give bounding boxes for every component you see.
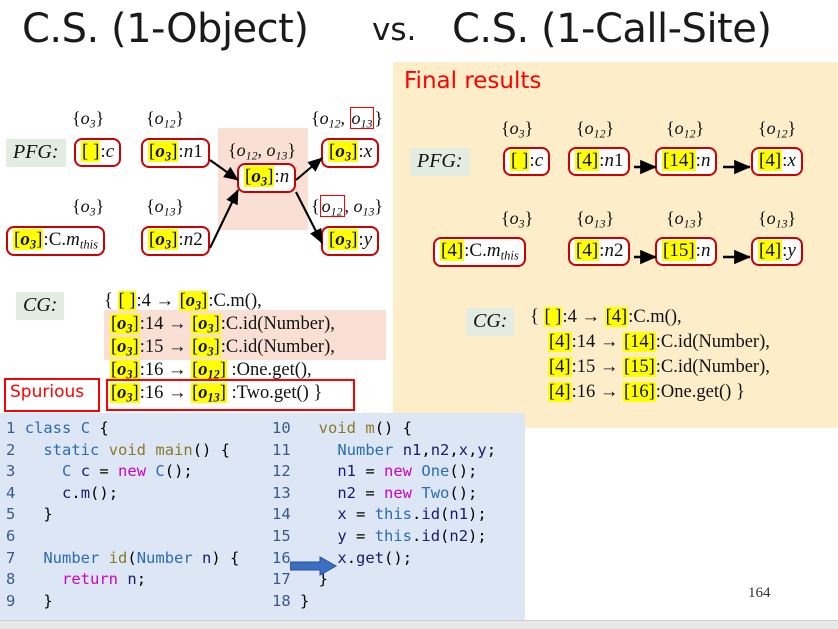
right-pfg-pts-r2c2: {o13} [576, 208, 615, 231]
right-pfg-pts-r2c3: {o13} [666, 208, 705, 231]
line16-pointer-arrow [290, 556, 338, 576]
right-pfg-node-mthis: [4]:C.mthis [433, 237, 526, 267]
final-results-heading: Final results [404, 68, 542, 94]
right-cg-line-3: [4]:15 → [15]:C.id(Number), [548, 357, 770, 377]
right-pfg-pts-r1c2: {o12} [576, 118, 615, 141]
left-pfg-node-n2: [o3]:n2 [141, 226, 210, 256]
left-pfg-pts-r1c4: {o12, o13} [311, 107, 384, 131]
left-pfg-pts-r1c3: {o12, o13} [228, 140, 297, 163]
right-pfg-pts-r1c3: {o12} [666, 118, 705, 141]
left-pfg-node-mthis: [o3]:C.mthis [6, 226, 105, 256]
right-pfg-node-c: [ ]:c [503, 147, 551, 176]
left-pfg-node-c: [ ]:c [74, 138, 122, 167]
right-cg-line-1: { [ ]:4 → [4]:C.m(), [530, 307, 682, 327]
right-pfg-node-n1: [4]:n1 [568, 147, 631, 176]
left-pfg-pts-r2c3: {o12, o13} [311, 195, 384, 219]
right-pfg-pts-r1c1: {o3} [501, 118, 534, 141]
spurious-highlight-box [106, 379, 355, 411]
right-cg-label: CG: [466, 308, 515, 336]
left-pfg-pts-r2c1: {o3} [72, 196, 105, 219]
right-pfg-node-n-15: [15]:n [655, 237, 718, 266]
left-pfg-pts-r1c2: {o12} [146, 108, 185, 131]
code-block-right: 10 void m() { 11 Number n1,n2,x,y; 12 n1… [272, 419, 497, 610]
title-right: C.S. (1-Call-Site) [452, 6, 772, 52]
left-pfg-node-x: [o3]:x [321, 138, 380, 168]
right-pfg-node-y: [4]:y [751, 237, 803, 266]
left-pfg-node-y: [o3]:y [321, 226, 380, 256]
page-number: 164 [748, 585, 771, 601]
right-cg-line-4: [4]:16 → [16]:One.get() } [548, 382, 745, 402]
slide-title: C.S. (1-Object) vs. C.S. (1-Call-Site) [0, 2, 838, 60]
left-cg-label: CG: [16, 292, 65, 320]
title-left: C.S. (1-Object) [22, 6, 309, 52]
left-pfg-label: PFG: [6, 139, 66, 167]
right-pfg-node-n-14: [14]:n [655, 147, 718, 176]
title-vs: vs. [372, 12, 417, 48]
spurious-label: Spurious [10, 382, 85, 402]
left-pfg-node-n1: [o3]:n1 [141, 138, 210, 168]
left-pfg-pts-r1c1: {o3} [72, 108, 105, 131]
right-pfg-pts-r2c1: {o3} [501, 208, 534, 231]
right-pfg-node-x: [4]:x [751, 147, 803, 176]
code-block-left: 1 class C { 2 static void main() { 3 C c… [6, 419, 240, 610]
left-pfg-node-n: [o3]:n [237, 163, 297, 193]
right-pfg-pts-r1c4: {o12} [758, 118, 797, 141]
right-pfg-node-n2: [4]:n2 [568, 237, 631, 266]
right-pfg-pts-r2c4: {o13} [758, 208, 797, 231]
right-cg-line-2: [4]:14 → [14]:C.id(Number), [548, 332, 770, 352]
left-pfg-pts-r2c2: {o13} [146, 196, 185, 219]
right-pfg-label: PFG: [410, 148, 470, 176]
